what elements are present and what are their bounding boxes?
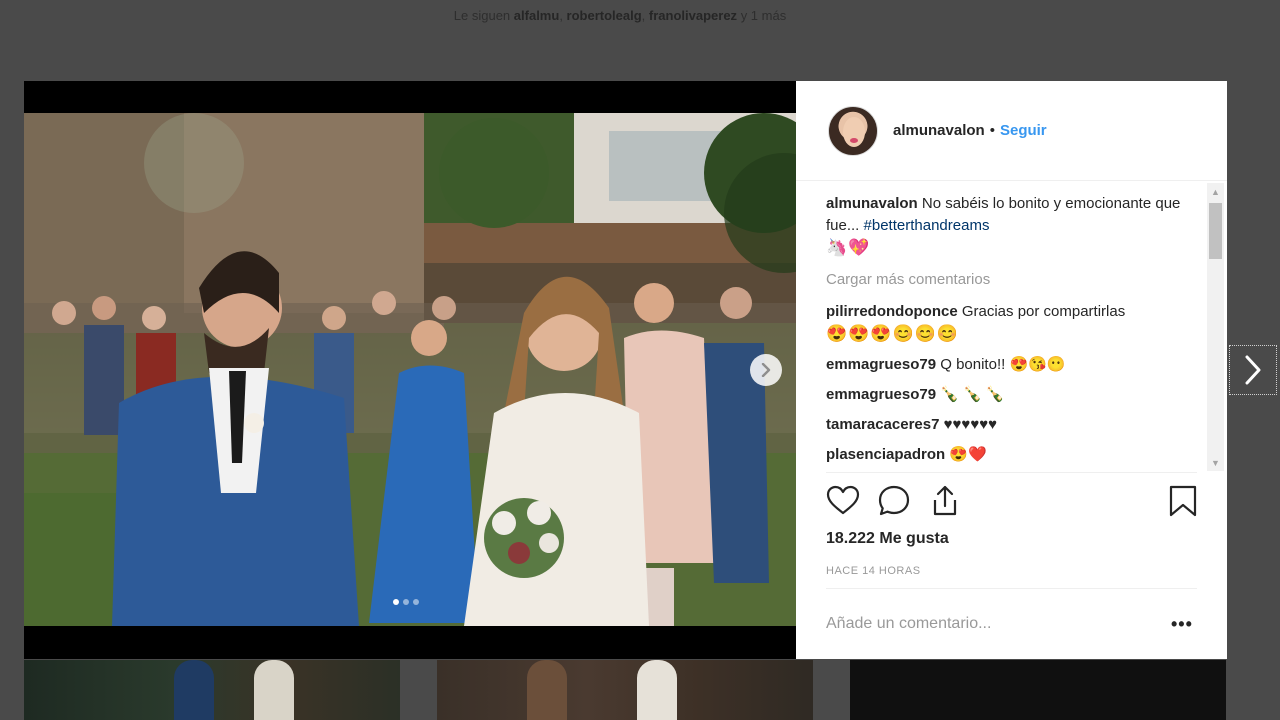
comment-username[interactable]: emmagrueso79 xyxy=(826,356,936,373)
save-button[interactable] xyxy=(1166,484,1202,520)
bookmark-icon xyxy=(1169,485,1197,517)
comment-username[interactable]: pilirredondoponce xyxy=(826,303,958,320)
share-button[interactable] xyxy=(928,484,964,520)
wedding-photo-illustration xyxy=(24,113,796,626)
photo-area xyxy=(24,81,796,659)
action-bar xyxy=(826,484,1198,524)
comments-list[interactable]: almunavalon No sabéis lo bonito y emocio… xyxy=(826,193,1206,471)
comment-username[interactable]: tamaracaceres7 xyxy=(826,416,939,433)
comments-scrollbar[interactable]: ▲ ▼ xyxy=(1207,183,1224,471)
comment-item: plasenciapadron 😍❤️ xyxy=(826,444,1206,466)
scrollbar-thumb[interactable] xyxy=(1209,203,1222,259)
divider xyxy=(826,472,1197,473)
header-username[interactable]: almunavalon xyxy=(893,122,985,139)
comment-button[interactable] xyxy=(877,484,913,520)
comment-item: pilirredondoponce Gracias por compartirl… xyxy=(826,301,1206,346)
comment-username[interactable]: emmagrueso79 xyxy=(826,386,936,403)
avatar[interactable] xyxy=(828,105,878,156)
followers-suffix: y 1 más xyxy=(740,8,787,23)
likes-count[interactable]: 18.222 Me gusta xyxy=(826,530,949,548)
comment-item: tamaracaceres7 ♥♥♥♥♥♥ xyxy=(826,414,1206,436)
comment-text: ♥♥♥♥♥♥ xyxy=(943,416,998,433)
carousel-next-button[interactable] xyxy=(750,354,782,386)
post-header: almunavalon • Seguir xyxy=(796,81,1227,181)
header-separator: • xyxy=(989,122,995,139)
followers-line: Le siguen alfalmu, robertolealg, franoli… xyxy=(453,8,787,23)
more-options-button[interactable]: ••• xyxy=(1171,614,1193,635)
followers-prefix: Le siguen xyxy=(453,8,511,23)
grid-thumbnail[interactable] xyxy=(850,660,1226,720)
post-timestamp[interactable]: HACE 14 HORAS xyxy=(826,565,921,577)
caption: almunavalon No sabéis lo bonito y emocio… xyxy=(826,193,1206,260)
post-modal: almunavalon • Seguir almunavalon No sabé… xyxy=(24,81,1227,659)
next-post-button[interactable] xyxy=(1229,345,1277,395)
caption-emojis: 🦄💖 xyxy=(826,238,871,257)
chevron-right-icon xyxy=(761,363,771,377)
follower-link[interactable]: robertolealg xyxy=(567,8,642,23)
comment-text: 🍾 🍾 🍾 xyxy=(940,386,1005,403)
carousel-dots xyxy=(393,599,419,605)
scroll-down-arrow-icon[interactable]: ▼ xyxy=(1207,454,1224,471)
share-icon xyxy=(933,485,957,516)
carousel-dot xyxy=(403,599,409,605)
comment-emojis: 😍😍😍😊😊😊 xyxy=(826,324,960,343)
chevron-right-icon xyxy=(1245,355,1261,385)
follower-link[interactable]: franolivaperez xyxy=(649,8,737,23)
comment-item: emmagrueso79 Q bonito!! 😍😘😶 xyxy=(826,354,1206,376)
carousel-dot-active xyxy=(393,599,399,605)
load-more-comments-button[interactable]: Cargar más comentarios xyxy=(826,269,1206,291)
post-photo[interactable] xyxy=(24,113,796,626)
add-comment-input[interactable]: Añade un comentario... xyxy=(826,615,991,633)
follow-button[interactable]: Seguir xyxy=(1000,122,1047,139)
grid-thumbnail[interactable] xyxy=(24,660,400,720)
like-button[interactable] xyxy=(826,484,862,520)
caption-hashtag[interactable]: #betterthandreams xyxy=(864,217,990,234)
caption-username[interactable]: almunavalon xyxy=(826,195,918,212)
grid-thumbnail[interactable] xyxy=(437,660,813,720)
comment-text: Q bonito!! 😍😘😶 xyxy=(940,356,1066,373)
comment-text: Gracias por compartirlas xyxy=(961,303,1126,320)
carousel-dot xyxy=(413,599,419,605)
scroll-up-arrow-icon[interactable]: ▲ xyxy=(1207,183,1224,200)
divider xyxy=(826,588,1197,589)
comment-text: 😍❤️ xyxy=(949,446,987,463)
comment-username[interactable]: plasenciapadron xyxy=(826,446,945,463)
comment-item: emmagrueso79 🍾 🍾 🍾 xyxy=(826,384,1206,406)
follower-link[interactable]: alfalmu xyxy=(514,8,560,23)
heart-icon xyxy=(826,485,860,515)
comment-bubble-icon xyxy=(878,485,910,516)
post-side-panel: almunavalon • Seguir almunavalon No sabé… xyxy=(796,81,1227,659)
